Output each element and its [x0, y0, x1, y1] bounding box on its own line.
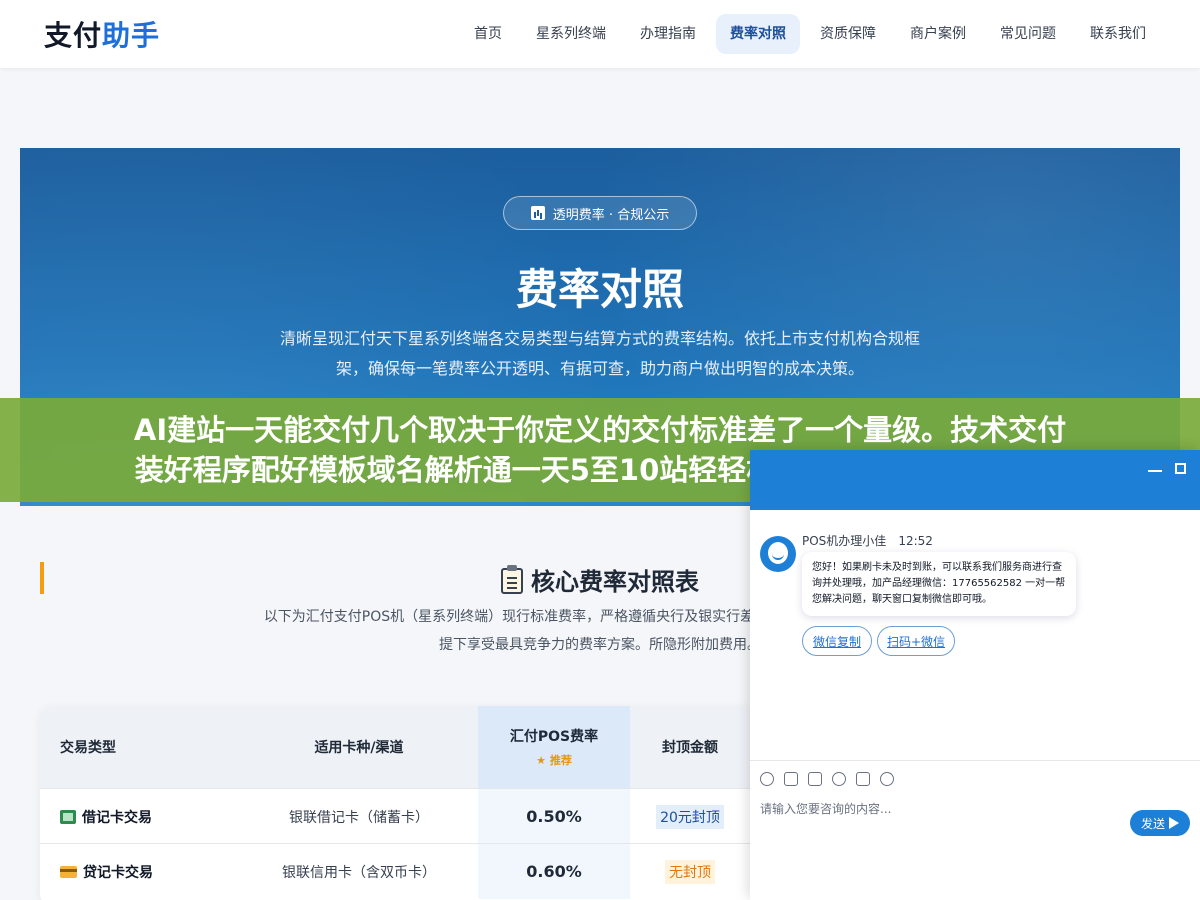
row-channel: 银联信用卡（含双币卡） — [282, 864, 436, 881]
maximize-icon[interactable] — [1175, 463, 1186, 474]
row-rate: 0.60% — [478, 844, 630, 899]
agent-avatar — [760, 536, 796, 572]
chat-widget: POS机办理小佳 12:52 您好！如果刷卡未及时到账，可以联系我们服务商进行查询… — [750, 450, 1200, 900]
send-icon — [1169, 817, 1179, 829]
message-time: 12:52 — [898, 534, 933, 548]
agent-name: POS机办理小佳 — [802, 534, 887, 548]
wechat-icon[interactable] — [880, 771, 894, 786]
nav-rates[interactable]: 费率对照 — [716, 14, 800, 54]
section-title-text: 核心费率对照表 — [531, 568, 699, 596]
row-rate: 0.50% — [478, 789, 630, 844]
row-type-label: 贷记卡交易 — [83, 864, 153, 881]
emoji-icon[interactable] — [760, 771, 774, 786]
hero-badge: 透明费率 · 合规公示 — [503, 196, 697, 230]
recommend-tag: ★ 推荐 — [536, 754, 572, 767]
header-rate: 汇付POS费率 ★ 推荐 — [478, 706, 630, 788]
voice-icon[interactable] — [856, 771, 870, 786]
header-type: 交易类型 — [60, 740, 116, 756]
row-type-label: 借记卡交易 — [82, 809, 152, 826]
row-cap: 无封顶 — [630, 844, 750, 899]
send-button[interactable]: 发送 — [1130, 810, 1190, 836]
agent-meta: POS机办理小佳 12:52 — [802, 532, 933, 549]
image-icon[interactable] — [784, 771, 798, 786]
logo-main: 支付 — [44, 19, 103, 52]
cap-badge: 无封顶 — [665, 859, 715, 884]
bar-chart-icon — [530, 206, 545, 220]
credit-card-icon — [60, 865, 77, 878]
row-cap: 20元封顶 — [630, 789, 750, 844]
logo-accent: 助手 — [102, 19, 161, 52]
agent-message: 您好！如果刷卡未及时到账，可以联系我们服务商进行查询并处理哦，加产品经理微信：1… — [802, 552, 1076, 616]
debit-card-icon — [60, 809, 76, 824]
nav-home[interactable]: 首页 — [460, 14, 516, 54]
rating-icon[interactable] — [832, 771, 846, 786]
promo-line-1: AI建站一天能交付几个取决于你定义的交付标准差了一个量级。技术交付 — [133, 413, 1067, 447]
row-channel: 银联借记卡（储蓄卡） — [289, 809, 429, 826]
minimize-icon[interactable] — [1148, 463, 1162, 472]
nav-faq[interactable]: 常见问题 — [986, 14, 1070, 54]
clipboard-icon — [501, 565, 523, 594]
chat-toolbar — [750, 760, 1200, 796]
nav-contact[interactable]: 联系我们 — [1076, 14, 1160, 54]
nav-guide[interactable]: 办理指南 — [626, 14, 710, 54]
chat-input[interactable]: 请输入您要咨询的内容... — [760, 800, 891, 817]
site-header: 支付助手 首页 星系列终端 办理指南 费率对照 资质保障 商户案例 常见问题 联… — [0, 0, 1200, 68]
hero-description: 清晰呈现汇付天下星系列终端各交易类型与结算方式的费率结构。依托上市支付机构合规框… — [279, 329, 920, 378]
quick-reply-scan-wechat[interactable]: 扫码+微信 — [877, 626, 955, 656]
chat-messages: POS机办理小佳 12:52 您好！如果刷卡未及时到账，可以联系我们服务商进行查询… — [750, 510, 1200, 760]
header-cap: 封顶金额 — [662, 740, 718, 756]
screenshot-icon[interactable] — [808, 771, 822, 786]
send-label: 发送 — [1140, 816, 1165, 831]
nav-star-terminal[interactable]: 星系列终端 — [522, 14, 620, 54]
page-title: 费率对照 — [515, 265, 684, 314]
quick-reply-copy-wechat[interactable]: 微信复制 — [802, 626, 872, 656]
cap-badge: 20元封顶 — [656, 804, 724, 829]
nav-cases[interactable]: 商户案例 — [896, 14, 980, 54]
row-type: 借记卡交易 — [60, 789, 240, 844]
nav-qualification[interactable]: 资质保障 — [806, 14, 890, 54]
header-rate-label: 汇付POS费率 — [509, 729, 599, 745]
site-logo[interactable]: 支付助手 — [44, 14, 160, 54]
main-nav: 首页 星系列终端 办理指南 费率对照 资质保障 商户案例 常见问题 联系我们 — [460, 14, 1160, 54]
row-type: 贷记卡交易 — [60, 844, 240, 899]
header-channel: 适用卡种/渠道 — [314, 740, 404, 756]
chat-header — [750, 450, 1200, 510]
hero-badge-label: 透明费率 · 合规公示 — [552, 207, 670, 223]
